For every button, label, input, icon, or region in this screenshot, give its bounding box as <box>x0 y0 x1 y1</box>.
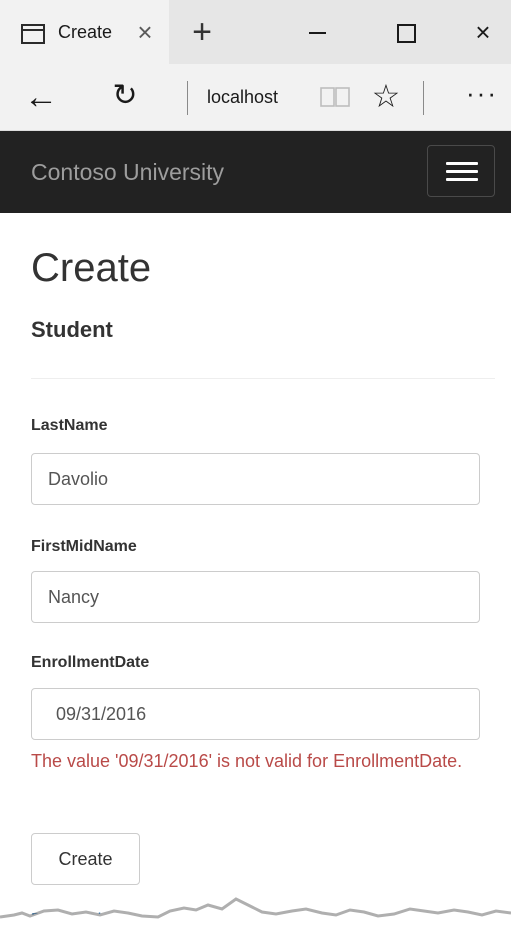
toolbar-divider <box>423 81 424 115</box>
last-name-input[interactable] <box>31 453 480 505</box>
window-close-button[interactable]: × <box>463 16 503 48</box>
minimize-button[interactable] <box>297 16 337 48</box>
maximize-button[interactable] <box>385 16 425 48</box>
back-button[interactable]: ← <box>24 80 64 116</box>
last-name-label: LastName <box>31 417 108 434</box>
validation-error: The value '09/31/2016' is not valid for … <box>31 751 463 771</box>
tab-create[interactable]: Create × <box>0 0 169 64</box>
hamburger-bar <box>446 162 478 165</box>
toolbar-divider <box>187 81 188 115</box>
divider <box>31 378 495 379</box>
enrollment-date-input[interactable] <box>31 688 480 740</box>
first-mid-name-label: FirstMidName <box>31 538 137 555</box>
more-button[interactable]: ··· <box>459 78 505 114</box>
page-content: Create Student LastName FirstMidName Enr… <box>0 213 511 933</box>
tab-strip: Create × + × <box>0 0 511 64</box>
torn-edge-decoration <box>0 897 511 933</box>
address-bar[interactable]: localhost <box>207 87 278 108</box>
app-navbar: Contoso University <box>0 131 511 213</box>
page-title: Create <box>31 246 152 290</box>
browser-window: Create × + × ← ↻ localhost ☆ ··· Contoso… <box>0 0 511 933</box>
new-tab-button[interactable]: + <box>182 12 222 52</box>
hamburger-bar <box>446 178 478 181</box>
hamburger-icon[interactable] <box>427 145 495 197</box>
hamburger-bar <box>446 170 478 173</box>
create-button[interactable]: Create <box>31 833 140 885</box>
tab-close-icon[interactable]: × <box>131 16 159 48</box>
refresh-button[interactable]: ↻ <box>107 78 143 114</box>
page-icon <box>21 24 45 44</box>
brand-link[interactable]: Contoso University <box>31 159 224 186</box>
page-subtitle: Student <box>31 317 113 342</box>
browser-toolbar: ← ↻ localhost ☆ ··· <box>0 64 511 131</box>
first-mid-name-input[interactable] <box>31 571 480 623</box>
tab-title: Create <box>58 22 113 42</box>
star-icon[interactable]: ☆ <box>368 78 404 114</box>
enrollment-date-label: EnrollmentDate <box>31 654 150 671</box>
book-icon[interactable] <box>320 86 350 108</box>
